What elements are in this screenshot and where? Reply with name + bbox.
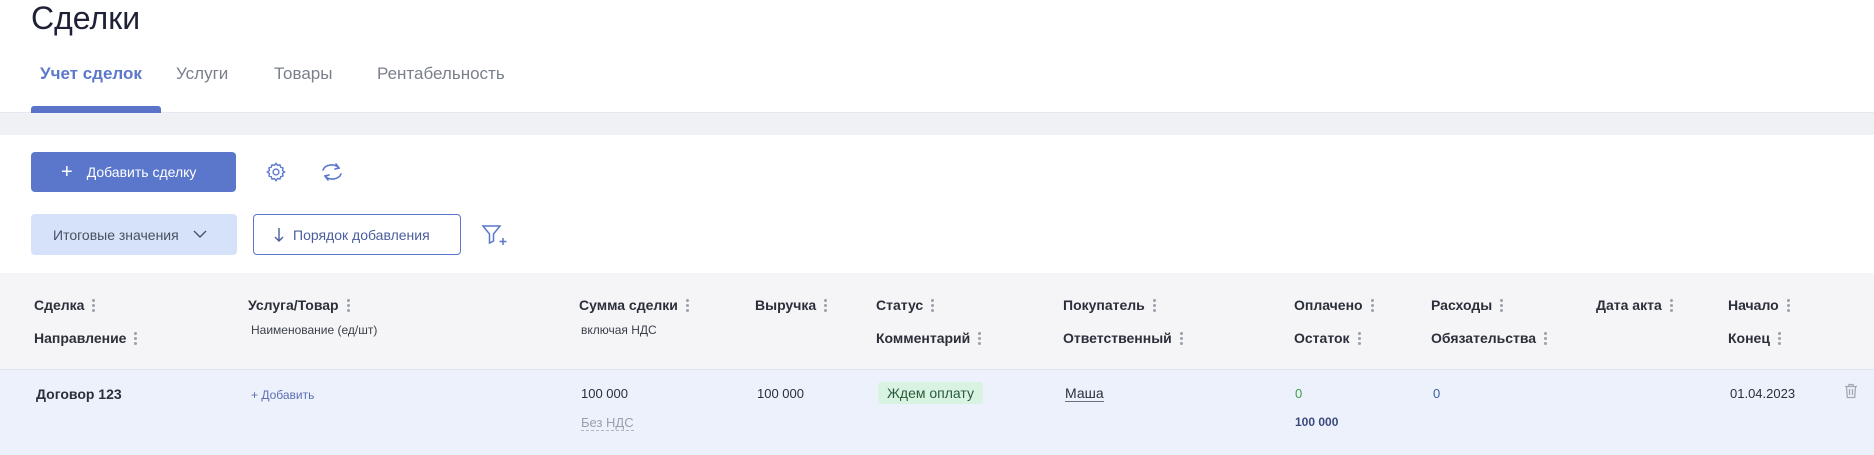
paid-value: 0 (1295, 386, 1303, 401)
col-sum-sub: включая НДС (581, 323, 657, 337)
totals-dropdown[interactable]: Итоговые значения (31, 214, 237, 255)
column-menu-icon[interactable] (346, 298, 351, 312)
col-buyer[interactable]: Покупатель (1063, 297, 1157, 313)
gear-icon (266, 162, 286, 182)
col-remaining[interactable]: Остаток (1294, 330, 1362, 346)
vat-selector[interactable]: Без НДС (581, 415, 634, 431)
expenses-value: 0 (1433, 386, 1441, 401)
column-menu-icon[interactable] (134, 331, 138, 345)
deal-sum: 100 000 (581, 386, 628, 401)
col-service[interactable]: Услуга/Товар (248, 297, 351, 313)
table-row[interactable]: Договор 123 + Добавить 100 000 Без НДС 1… (0, 369, 1874, 455)
col-responsible[interactable]: Ответственный (1063, 330, 1184, 346)
buyer-link[interactable]: Маша (1065, 385, 1104, 402)
col-status[interactable]: Статус (876, 297, 935, 313)
add-deal-button[interactable]: + Добавить сделку (31, 152, 236, 192)
arrow-down-icon (274, 227, 284, 242)
tab-services[interactable]: Услуги (176, 64, 228, 84)
page-title: Сделки (31, 0, 141, 36)
column-menu-icon[interactable] (931, 298, 935, 312)
col-revenue[interactable]: Выручка (755, 297, 828, 313)
add-deal-label: Добавить сделку (86, 164, 197, 180)
settings-button[interactable] (261, 157, 291, 187)
delete-button[interactable] (1844, 383, 1858, 402)
deal-name[interactable]: Договор 123 (36, 386, 122, 402)
column-menu-icon[interactable] (1786, 298, 1791, 312)
column-menu-icon[interactable] (1357, 331, 1362, 345)
active-tab-indicator (31, 106, 161, 113)
col-sum[interactable]: Сумма сделки (579, 297, 690, 313)
column-menu-icon[interactable] (1179, 331, 1184, 345)
col-paid[interactable]: Оплачено (1294, 297, 1375, 313)
column-menu-icon[interactable] (824, 298, 828, 312)
remaining-value: 100 000 (1295, 415, 1339, 429)
column-menu-icon[interactable] (978, 331, 982, 345)
trash-icon (1845, 383, 1857, 399)
column-menu-icon[interactable] (1152, 298, 1157, 312)
column-menu-icon[interactable] (1370, 298, 1375, 312)
col-service-sub: Наименование (ед/шт) (251, 323, 378, 337)
tab-deals-accounting[interactable]: Учет сделок (40, 64, 142, 84)
revenue-value: 100 000 (757, 386, 804, 401)
totals-label: Итоговые значения (53, 226, 179, 243)
column-menu-icon[interactable] (1669, 298, 1674, 312)
tab-profitability[interactable]: Рентабельность (377, 64, 505, 84)
status-badge[interactable]: Ждем оплату (878, 382, 983, 404)
column-menu-icon[interactable] (1500, 298, 1504, 312)
col-end[interactable]: Конец (1728, 330, 1782, 346)
filter-add-icon (481, 225, 507, 245)
add-service-link[interactable]: + Добавить (251, 388, 314, 402)
col-comment[interactable]: Комментарий (876, 330, 982, 346)
sort-order-label: Порядок добавления (293, 226, 430, 243)
refresh-button[interactable] (317, 157, 347, 187)
column-menu-icon[interactable] (1777, 331, 1782, 345)
page-header: Сделки Учет сделок Услуги Товары Рентабе… (0, 0, 1874, 113)
col-deal[interactable]: Сделка (34, 297, 96, 313)
start-date: 01.04.2023 (1730, 386, 1796, 401)
chevron-down-icon (193, 230, 207, 238)
col-act-date[interactable]: Дата акта (1596, 297, 1674, 313)
col-obligations[interactable]: Обязательства (1431, 330, 1548, 346)
column-menu-icon[interactable] (92, 298, 96, 312)
col-start[interactable]: Начало (1728, 297, 1791, 313)
table-header: Сделка Направление Услуга/Товар Наименов… (0, 273, 1874, 369)
col-expenses[interactable]: Расходы (1431, 297, 1504, 313)
add-filter-button[interactable] (480, 220, 512, 250)
col-direction[interactable]: Направление (34, 330, 138, 346)
column-menu-icon[interactable] (1544, 331, 1548, 345)
column-menu-icon[interactable] (685, 298, 690, 312)
refresh-icon (322, 163, 342, 181)
plus-icon: + (61, 161, 73, 183)
sort-order-button[interactable]: Порядок добавления (253, 214, 461, 255)
tab-goods[interactable]: Товары (274, 64, 332, 84)
